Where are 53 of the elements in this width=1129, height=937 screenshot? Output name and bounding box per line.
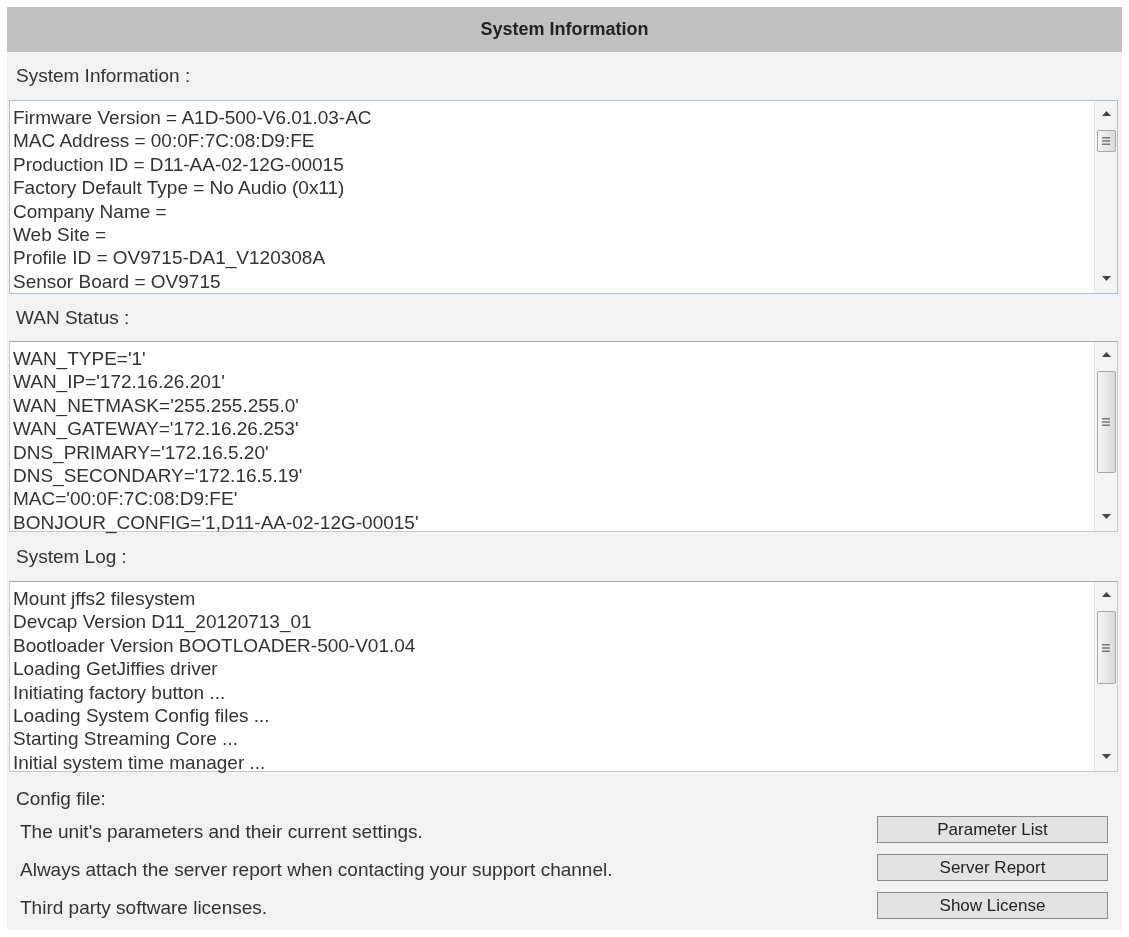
text-line: Sensor Board = OV9715 [13,269,221,294]
grip-icon [1102,643,1110,652]
text-line: Mount jffs2 filesystem [13,587,196,611]
scroll-thumb[interactable] [1096,130,1116,152]
text-line: MAC='00:0F:7C:08:D9:FE' [13,487,238,511]
description-text: The unit's parameters and their current settings. [20,821,423,843]
section-label: WAN Status : [16,306,130,329]
text-line: Loading System Config files ... [13,704,270,728]
text-line: DNS_PRIMARY='172.16.5.20' [13,440,269,465]
scroll-thumb[interactable] [1096,371,1116,473]
section-label: System Log : [16,545,127,568]
text-line: Starting Streaming Core ... [13,727,238,751]
text-line: WAN_GATEWAY='172.16.26.253' [13,417,299,441]
grip-icon [1102,137,1110,145]
description-text: Third party software licenses. [20,897,268,919]
grip-icon [1102,418,1110,426]
text-line: Bootloader Version BOOTLOADER-500-V01.04 [13,633,416,658]
text-line: Factory Default Type = No Audio (0x11) [13,176,345,200]
text-line: Production ID = D11-AA-02-12G-00015 [13,152,344,177]
show-license-button[interactable]: Show License [877,892,1108,919]
section-label: System Information : [16,65,191,87]
text-line: DNS_SECONDARY='172.16.5.19' [13,464,303,488]
text-line: Company Name = [13,199,167,224]
text-line: Devcap Version D11_20120713_01 [13,610,312,634]
description-text: Always attach the server report when contacting your support channel. [20,859,613,881]
wan-status-text-area[interactable] [9,341,1118,532]
scrollbar[interactable] [1094,101,1117,293]
text-line: BONJOUR_CONFIG='1,D11-AA-02-12G-00015' [13,510,419,535]
text-line: Initiating factory button ... [13,680,226,705]
scrollbar[interactable] [1094,342,1117,531]
text-line: WAN_TYPE='1' [13,347,146,371]
up-arrow-icon [1101,111,1111,116]
text-line: Firmware Version = A1D-500-V6.01.03-AC [13,106,372,130]
down-arrow-icon [1101,514,1111,519]
text-line: WAN_NETMASK='255.255.255.0' [13,393,299,418]
down-arrow-icon [1101,754,1111,759]
panel-title: System Information [7,7,1122,52]
text-line: Profile ID = OV9715-DA1_V120308A [13,246,326,270]
text-line: Web Site = [13,223,107,247]
scrollbar[interactable] [1094,582,1117,771]
scroll-thumb[interactable] [1096,611,1116,684]
text-line: MAC Address = 00:0F:7C:08:D9:FE [13,129,315,153]
up-arrow-icon [1101,352,1111,357]
text-line: Loading GetJiffies driver [13,657,218,681]
down-arrow-icon [1101,276,1111,281]
server-report-button[interactable]: Server Report [877,854,1108,881]
system-log-text-area[interactable] [9,581,1118,772]
text-line: WAN_IP='172.16.26.201' [13,370,225,394]
up-arrow-icon [1101,592,1111,597]
system-info-text-area[interactable] [9,100,1118,294]
section-label: Config file: [16,788,106,810]
parameter-list-button[interactable]: Parameter List [877,816,1108,843]
text-line: Initial system time manager ... [13,750,266,775]
